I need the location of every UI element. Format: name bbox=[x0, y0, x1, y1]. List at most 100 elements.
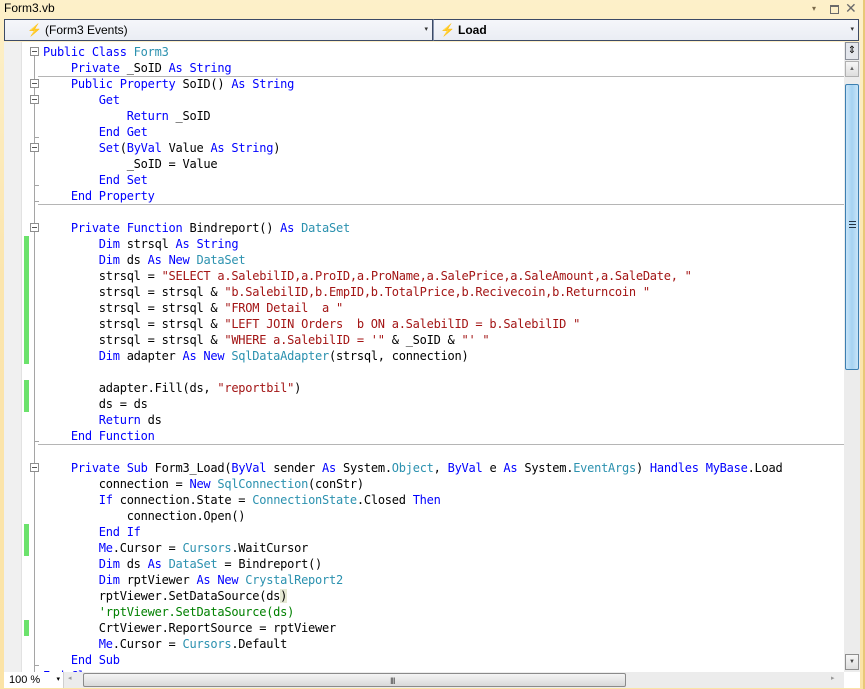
type-token: Cursors bbox=[182, 637, 232, 651]
code-line[interactable]: Me.Cursor = Cursors.Default bbox=[43, 636, 843, 652]
code-token: connection = bbox=[43, 477, 190, 491]
changed-line-marker bbox=[24, 620, 29, 636]
code-line[interactable]: connection.Open() bbox=[43, 508, 843, 524]
code-line[interactable]: End Set bbox=[43, 172, 843, 188]
collapse-icon[interactable] bbox=[30, 95, 39, 104]
collapse-icon[interactable] bbox=[30, 223, 39, 232]
code-line[interactable]: Dim ds As New DataSet bbox=[43, 252, 843, 268]
string-token: "FROM Detail a " bbox=[224, 301, 343, 315]
string-token: "reportbil" bbox=[217, 381, 295, 395]
collapse-icon[interactable] bbox=[30, 463, 39, 472]
zoom-level-value: 100 % bbox=[9, 674, 41, 686]
code-line[interactable]: _SoID = Value bbox=[43, 156, 843, 172]
code-line[interactable]: End Sub bbox=[43, 652, 843, 668]
code-line[interactable]: Dim strsql As String bbox=[43, 236, 843, 252]
vertical-scroll-thumb[interactable] bbox=[845, 84, 859, 370]
code-text-area[interactable]: Public Class Form3 Private _SoID As Stri… bbox=[43, 44, 843, 672]
document-tab[interactable]: Form3.vb ▾ ✕ bbox=[0, 0, 863, 18]
keyword-token: As bbox=[322, 461, 343, 475]
code-line[interactable]: strsql = strsql & "WHERE a.SalebilID = '… bbox=[43, 332, 843, 348]
object-combobox[interactable]: ⚡ (Form3 Events) ▾ bbox=[4, 19, 433, 41]
code-line[interactable]: connection = New SqlConnection(conStr) bbox=[43, 476, 843, 492]
code-line[interactable]: Public Property SoID() As String bbox=[43, 76, 843, 92]
horizontal-scroll-thumb[interactable]: III bbox=[83, 673, 626, 687]
collapse-icon[interactable] bbox=[30, 143, 39, 152]
code-line[interactable]: rptViewer.SetDataSource(ds) bbox=[43, 588, 843, 604]
code-line[interactable]: Return _SoID bbox=[43, 108, 843, 124]
code-line-text: Public Property SoID() As String bbox=[43, 76, 294, 92]
keyword-token: Private bbox=[70, 61, 127, 75]
code-line-text: ds = ds bbox=[43, 396, 148, 412]
code-line[interactable]: Private _SoID As String bbox=[43, 60, 843, 76]
code-line[interactable]: Return ds bbox=[43, 412, 843, 428]
keyword-token: New bbox=[189, 477, 218, 491]
window-menu-dropdown-icon[interactable]: ▾ bbox=[812, 4, 816, 13]
split-view-handle[interactable]: ⇕ bbox=[845, 42, 859, 60]
code-line[interactable]: Me.Cursor = Cursors.WaitCursor bbox=[43, 540, 843, 556]
code-line[interactable]: strsql = strsql & "LEFT JOIN Orders b ON… bbox=[43, 316, 843, 332]
code-token: .Cursor = bbox=[112, 637, 183, 651]
indicator-margin[interactable] bbox=[4, 42, 22, 672]
chevron-down-icon[interactable]: ▾ bbox=[56, 672, 60, 688]
code-line[interactable]: adapter.Fill(ds, "reportbil") bbox=[43, 380, 843, 396]
maximize-icon[interactable] bbox=[830, 5, 839, 14]
outline-end-tick bbox=[34, 441, 39, 442]
code-line[interactable]: strsql = "SELECT a.SalebilID,a.ProID,a.P… bbox=[43, 268, 843, 284]
code-line[interactable]: End Get bbox=[43, 124, 843, 140]
code-line[interactable]: Dim adapter As New SqlDataAdapter(strsql… bbox=[43, 348, 843, 364]
code-line[interactable]: 'rptViewer.SetDataSource(ds) bbox=[43, 604, 843, 620]
code-line[interactable]: Get bbox=[43, 92, 843, 108]
code-line[interactable]: CrtViewer.ReportSource = rptViewer bbox=[43, 620, 843, 636]
code-line-text: 'rptViewer.SetDataSource(ds) bbox=[43, 604, 295, 620]
vertical-scrollbar[interactable]: ⇕ ▲ ▼ bbox=[844, 42, 860, 672]
scroll-down-button[interactable]: ▼ bbox=[845, 654, 859, 670]
code-line[interactable]: Private Function Bindreport() As DataSet bbox=[43, 220, 843, 236]
code-line[interactable]: End Function bbox=[43, 428, 843, 444]
keyword-token: Me bbox=[98, 541, 113, 555]
code-token: ) bbox=[635, 461, 650, 475]
close-icon[interactable]: ✕ bbox=[845, 0, 857, 17]
code-line[interactable]: If connection.State = ConnectionState.Cl… bbox=[43, 492, 843, 508]
code-line[interactable] bbox=[43, 444, 843, 460]
code-line[interactable]: strsql = strsql & "FROM Detail a " bbox=[43, 300, 843, 316]
code-token: adapter bbox=[126, 349, 183, 363]
zoom-level-combobox[interactable]: 100 % ▾ bbox=[4, 672, 64, 688]
keyword-token: Private Function bbox=[70, 221, 190, 235]
collapse-icon[interactable] bbox=[30, 79, 39, 88]
code-line[interactable]: strsql = strsql & "b.SalebilID,b.EmpID,b… bbox=[43, 284, 843, 300]
code-token: _SoID = Value bbox=[43, 157, 218, 171]
type-token: DataSet bbox=[168, 557, 218, 571]
code-line[interactable] bbox=[43, 204, 843, 220]
changed-line-marker bbox=[24, 236, 29, 364]
code-line[interactable] bbox=[43, 364, 843, 380]
keyword-token: Dim bbox=[98, 253, 127, 267]
string-token: "LEFT JOIN Orders b ON a.SalebilID = b.S… bbox=[224, 317, 581, 331]
scroll-right-button[interactable]: ▸ bbox=[831, 674, 835, 682]
member-combobox[interactable]: ⚡ Load ▾ bbox=[433, 19, 859, 41]
code-token: connection.State = bbox=[119, 493, 253, 507]
chevron-down-icon[interactable]: ▾ bbox=[424, 25, 428, 33]
code-token: & _SoID & bbox=[384, 333, 462, 347]
keyword-token: End Property bbox=[70, 189, 155, 203]
code-line[interactable]: ds = ds bbox=[43, 396, 843, 412]
scroll-left-button[interactable]: ◂ bbox=[68, 674, 72, 682]
code-token: ds bbox=[147, 413, 162, 427]
code-editor[interactable]: Public Class Form3 Private _SoID As Stri… bbox=[4, 42, 860, 672]
code-token: ds = ds bbox=[43, 397, 148, 411]
collapse-icon[interactable] bbox=[30, 47, 39, 56]
code-line[interactable]: Dim rptViewer As New CrystalReport2 bbox=[43, 572, 843, 588]
code-line[interactable]: End If bbox=[43, 524, 843, 540]
code-line[interactable]: Private Sub Form3_Load(ByVal sender As S… bbox=[43, 460, 843, 476]
code-line[interactable]: Dim ds As DataSet = Bindreport() bbox=[43, 556, 843, 572]
scroll-up-button[interactable]: ▲ bbox=[845, 61, 859, 77]
code-line[interactable]: Set(ByVal Value As String) bbox=[43, 140, 843, 156]
code-token: ds bbox=[126, 253, 148, 267]
keyword-token: As bbox=[503, 461, 525, 475]
chevron-down-icon[interactable]: ▾ bbox=[850, 25, 854, 33]
code-line[interactable]: End Property bbox=[43, 188, 843, 204]
code-line[interactable]: Public Class Form3 bbox=[43, 44, 843, 60]
code-token: , bbox=[433, 461, 448, 475]
